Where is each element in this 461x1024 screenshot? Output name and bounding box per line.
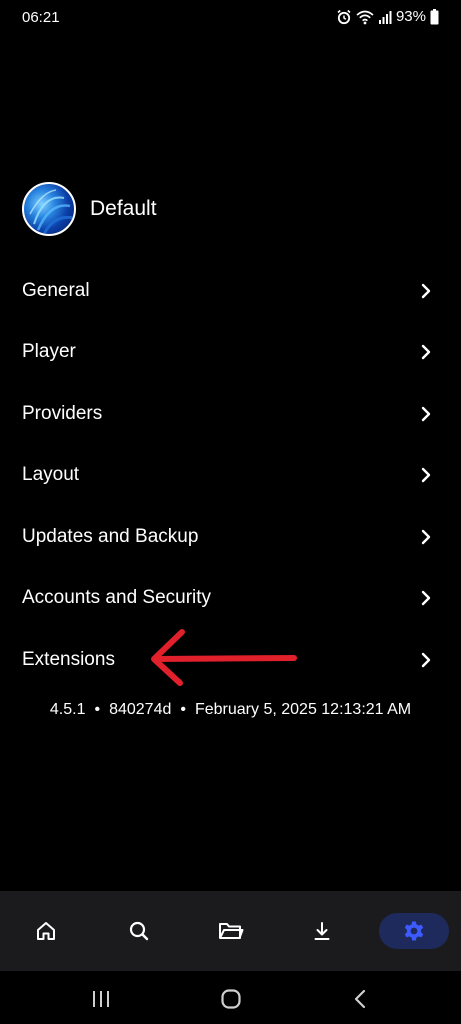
system-back-button[interactable] bbox=[340, 987, 380, 1011]
battery-icon bbox=[430, 8, 439, 25]
annotation-arrow bbox=[151, 629, 297, 686]
menu-item-layout[interactable]: Layout bbox=[0, 445, 461, 507]
version-info: 4.5.1 • 840274d • February 5, 2025 12:13:21 … bbox=[0, 701, 461, 719]
status-icons: 93% bbox=[336, 8, 439, 25]
menu-item-label: Accounts and Security bbox=[22, 587, 212, 609]
home-circle-icon bbox=[221, 989, 241, 1009]
nav-settings[interactable] bbox=[379, 913, 449, 949]
chevron-right-icon bbox=[421, 652, 431, 667]
menu-item-label: Updates and Backup bbox=[22, 525, 199, 547]
nav-home[interactable] bbox=[11, 913, 81, 949]
download-icon bbox=[314, 922, 330, 940]
menu-item-label: Player bbox=[22, 341, 76, 363]
settings-icon bbox=[404, 921, 424, 941]
recent-apps-button[interactable] bbox=[81, 987, 121, 1011]
folder-icon bbox=[219, 923, 244, 939]
separator-dot: • bbox=[180, 701, 186, 718]
home-icon bbox=[37, 922, 55, 940]
back-icon bbox=[354, 989, 366, 1009]
menu-item-label: Providers bbox=[22, 402, 103, 424]
nav-downloads[interactable] bbox=[287, 913, 357, 949]
search-icon bbox=[129, 921, 149, 941]
profile-name: Default bbox=[90, 197, 157, 220]
nav-library[interactable] bbox=[196, 913, 266, 949]
chevron-right-icon bbox=[421, 345, 431, 360]
menu-item-label: Extensions bbox=[22, 648, 115, 670]
menu-item-accounts-security[interactable]: Accounts and Security bbox=[0, 568, 461, 630]
recent-apps-icon bbox=[93, 991, 109, 1007]
menu-item-general[interactable]: General bbox=[0, 260, 461, 322]
system-nav-bar bbox=[0, 971, 461, 1024]
alarm-icon bbox=[336, 9, 352, 25]
chevron-right-icon bbox=[421, 283, 431, 298]
chevron-right-icon bbox=[421, 591, 431, 606]
battery-percent: 93% bbox=[395, 8, 426, 25]
menu-item-label: General bbox=[22, 279, 90, 301]
menu-item-player[interactable]: Player bbox=[0, 322, 461, 384]
bottom-nav bbox=[0, 891, 461, 971]
menu-item-label: Layout bbox=[22, 464, 80, 486]
wifi-icon bbox=[356, 9, 374, 25]
chevron-right-icon bbox=[421, 406, 431, 421]
nav-search[interactable] bbox=[104, 913, 174, 949]
version-commit: 840274d bbox=[109, 701, 172, 718]
status-bar: 06:21 93% bbox=[0, 0, 461, 36]
menu-item-updates-backup[interactable]: Updates and Backup bbox=[0, 506, 461, 568]
version-number: 4.5.1 bbox=[49, 701, 86, 718]
chevron-right-icon bbox=[421, 529, 431, 544]
menu-item-providers[interactable]: Providers bbox=[0, 383, 461, 445]
signal-icon bbox=[378, 10, 392, 24]
separator-dot: • bbox=[94, 701, 101, 718]
system-home-button[interactable] bbox=[211, 987, 251, 1011]
status-time: 06:21 bbox=[22, 9, 60, 26]
version-date: February 5, 2025 12:13:21 AM bbox=[194, 701, 412, 718]
chevron-right-icon bbox=[421, 468, 431, 483]
avatar[interactable] bbox=[22, 182, 76, 236]
profile-header[interactable]: Default bbox=[22, 181, 157, 237]
